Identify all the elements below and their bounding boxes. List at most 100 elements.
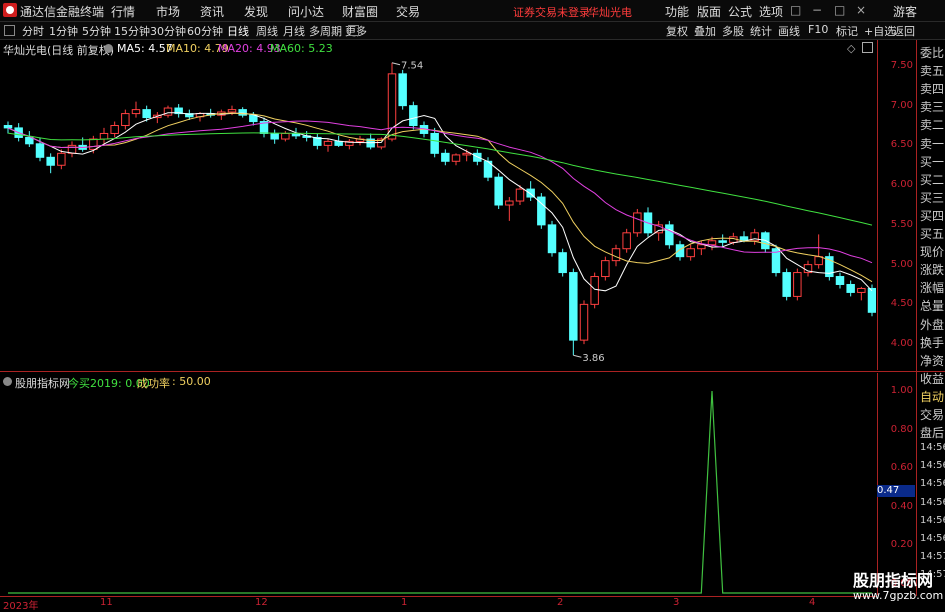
indicator-pane[interactable]: 股朋指标网 今买2019: 0.00 成功率 : 50.00 — [0, 373, 876, 595]
toolbar-button-3[interactable]: 统计 — [750, 23, 772, 39]
candle-body[interactable] — [3, 125, 13, 129]
menu-caifuquan[interactable]: 财富圈 — [342, 3, 378, 20]
candle-body[interactable] — [99, 132, 109, 140]
candle-body[interactable] — [387, 73, 397, 140]
candle-body[interactable] — [835, 276, 845, 285]
kline-chart[interactable]: 7.54 3.86 — [0, 40, 877, 370]
candle-body[interactable] — [697, 244, 706, 250]
candle-body[interactable] — [430, 132, 439, 154]
candle-body[interactable] — [227, 109, 237, 113]
menu-hangqing[interactable]: 行情 — [111, 3, 135, 20]
candle-body[interactable] — [238, 109, 247, 116]
candle-body[interactable] — [782, 272, 791, 297]
candle-body[interactable] — [142, 109, 151, 119]
toolbar-button-2[interactable]: 多股 — [722, 23, 744, 39]
window-minimize-icon[interactable]: − — [812, 3, 822, 17]
candle-body[interactable] — [25, 136, 34, 145]
candle-body[interactable] — [846, 283, 855, 293]
candle-body[interactable] — [707, 240, 717, 246]
user-guest[interactable]: 游客 — [893, 3, 917, 20]
candle-body[interactable] — [270, 132, 279, 140]
kline-pane[interactable]: 7.54 3.86 华灿光电(日线 前复权) MA5: 4.57 MA10: 4.… — [0, 40, 877, 370]
pane-divider[interactable] — [0, 371, 945, 372]
window-restore-icon[interactable]: □ — [790, 3, 801, 17]
login-status[interactable]: 证券交易未登录 — [513, 4, 590, 20]
menu-banmian[interactable]: 版面 — [697, 3, 721, 20]
period-tab-3[interactable]: 15分钟 — [114, 23, 150, 39]
candle-body[interactable] — [793, 272, 802, 297]
candle-body[interactable] — [398, 73, 407, 107]
period-tab-5[interactable]: 60分钟 — [187, 23, 223, 39]
candle-body[interactable] — [857, 287, 866, 293]
quote-panel[interactable]: 委比 卖五 卖四 卖三 卖二 卖一 买一 买二 买三 买四 买五 现价 涨跌 涨幅 总量 外盘 换手 净资 收益 自动… — [916, 40, 945, 596]
candle-body[interactable] — [89, 138, 98, 150]
candle-body[interactable] — [718, 240, 727, 243]
candle-body[interactable] — [515, 188, 525, 202]
window-close-icon[interactable]: × — [856, 3, 866, 17]
indicator-signal-line — [8, 390, 872, 594]
period-tab-0[interactable]: 分时 — [22, 23, 44, 39]
candle-body[interactable] — [494, 176, 503, 206]
candle-body[interactable] — [451, 154, 461, 162]
candle-body[interactable] — [579, 303, 589, 341]
period-tab-8[interactable]: 月线 — [283, 23, 305, 39]
candle-body[interactable] — [867, 287, 877, 313]
period-tab-1[interactable]: 1分钟 — [49, 23, 78, 39]
diamond-icon[interactable]: ◇ — [847, 42, 855, 55]
indicator-gear-icon[interactable] — [3, 377, 12, 386]
candle-body[interactable] — [46, 156, 55, 166]
menu-jiaoyi[interactable]: 交易 — [396, 3, 420, 20]
menu-gongshi[interactable]: 公式 — [728, 3, 752, 20]
period-tab-9[interactable]: 多周期 — [309, 23, 342, 39]
toolbar-button-0[interactable]: 复权 — [666, 23, 688, 39]
period-tab-6[interactable]: 日线 — [227, 23, 249, 39]
indicator-chart[interactable] — [0, 373, 876, 595]
toolbar-button-6[interactable]: 标记 — [836, 23, 858, 39]
toolbar-button-8[interactable]: 返回 — [893, 23, 915, 39]
candle-body[interactable] — [323, 140, 333, 146]
pane-maximize-icon[interactable] — [862, 42, 873, 53]
candle-body[interactable] — [601, 260, 610, 278]
menu-gongneng[interactable]: 功能 — [665, 3, 689, 20]
candle-body[interactable] — [441, 152, 450, 162]
candle-body[interactable] — [462, 152, 471, 156]
window-maximize-icon[interactable]: □ — [834, 3, 845, 17]
menu-shichang[interactable]: 市场 — [156, 3, 180, 20]
candle-body[interactable] — [686, 248, 695, 258]
period-tab-4[interactable]: 30分钟 — [150, 23, 186, 39]
candle-body[interactable] — [547, 224, 557, 254]
candle-body[interactable] — [334, 140, 343, 146]
toolbar-toggle-icon[interactable] — [4, 25, 15, 36]
candle-body[interactable] — [675, 244, 685, 258]
candle-body[interactable] — [409, 105, 418, 127]
candle-body[interactable] — [569, 272, 578, 341]
period-tab-7[interactable]: 周线 — [256, 23, 278, 39]
candle-body[interactable] — [131, 109, 141, 115]
candle-body[interactable] — [665, 224, 674, 246]
candle-body[interactable] — [281, 132, 290, 140]
candle-body[interactable] — [57, 152, 66, 166]
candle-body[interactable] — [622, 232, 631, 250]
candle-body[interactable] — [633, 212, 642, 234]
candle-body[interactable] — [121, 113, 130, 127]
menu-zixun[interactable]: 资讯 — [200, 3, 224, 20]
candle-body[interactable] — [110, 125, 119, 134]
menu-faxian[interactable]: 发现 — [244, 3, 268, 20]
toolbar-more-arrow-icon[interactable] — [348, 25, 359, 36]
quote-label-6: 买一 — [920, 154, 945, 169]
toolbar-button-7[interactable]: +自选 — [864, 23, 895, 39]
settings-gear-icon[interactable] — [104, 44, 113, 53]
toolbar-button-1[interactable]: 叠加 — [694, 23, 716, 39]
candle-body[interactable] — [35, 143, 45, 158]
kline-y-tick-7: 4.00 — [890, 338, 913, 350]
menu-xuanxiang[interactable]: 选项 — [759, 3, 783, 20]
period-tab-2[interactable]: 5分钟 — [82, 23, 111, 39]
candle-body[interactable] — [814, 256, 823, 266]
toolbar-button-4[interactable]: 画线 — [778, 23, 800, 39]
toolbar-button-5[interactable]: F10 — [808, 23, 828, 36]
candle-body[interactable] — [558, 252, 567, 274]
menu-wenxiaoda[interactable]: 问小达 — [288, 3, 324, 20]
candle-body[interactable] — [611, 248, 621, 262]
candle-body[interactable] — [505, 200, 514, 206]
candle-body[interactable] — [590, 276, 599, 305]
